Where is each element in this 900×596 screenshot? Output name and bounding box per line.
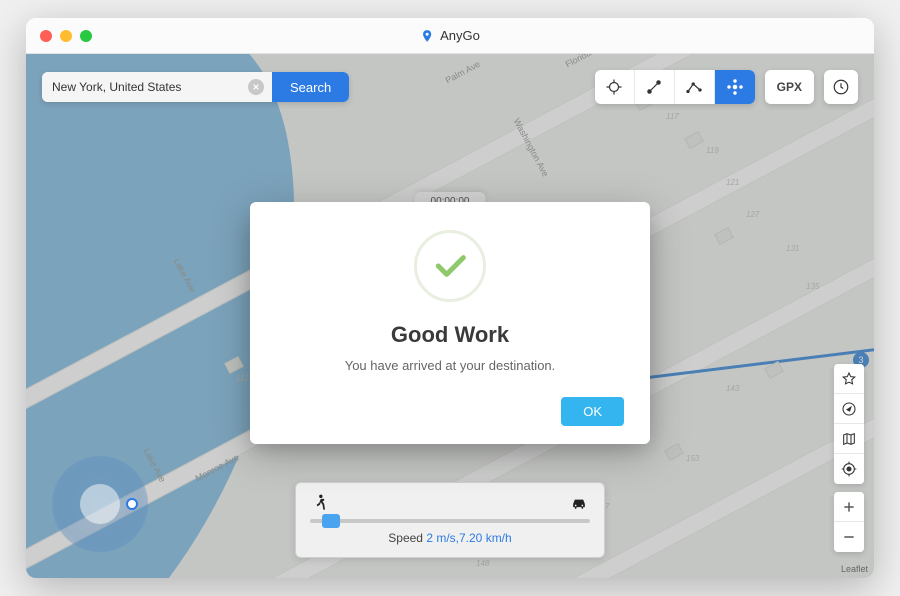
speed-value: 2 m/s,7.20 km/h bbox=[426, 531, 511, 545]
mode-toolbar bbox=[595, 70, 755, 104]
checkmark-circle bbox=[414, 230, 486, 302]
side-tools bbox=[834, 364, 864, 560]
content-area: Lake Ave Lake Ave Monroe Ave Washington … bbox=[26, 54, 874, 578]
star-icon bbox=[841, 371, 857, 387]
mode-center-button[interactable] bbox=[595, 70, 635, 104]
window-title-text: AnyGo bbox=[440, 28, 480, 43]
walk-icon bbox=[310, 493, 330, 513]
compass-icon bbox=[841, 401, 857, 417]
speed-label: Speed 2 m/s,7.20 km/h bbox=[310, 531, 590, 545]
joystick-icon bbox=[726, 78, 744, 96]
joystick-handle[interactable] bbox=[126, 498, 138, 510]
app-window: AnyGo Lake Ave Lake Ave Monroe Ave Washi… bbox=[26, 18, 874, 578]
search-input[interactable] bbox=[42, 72, 272, 102]
mode-joystick-button[interactable] bbox=[715, 70, 755, 104]
speed-slider-thumb[interactable] bbox=[322, 514, 340, 528]
map-attribution: Leaflet bbox=[841, 564, 868, 574]
history-button[interactable] bbox=[824, 70, 858, 104]
favorite-button[interactable] bbox=[834, 364, 864, 394]
modal-heading: Good Work bbox=[276, 322, 624, 348]
speed-panel: Speed 2 m/s,7.20 km/h bbox=[295, 482, 605, 558]
locate-button[interactable] bbox=[834, 454, 864, 484]
search-button[interactable]: Search bbox=[272, 72, 349, 102]
close-icon bbox=[252, 83, 260, 91]
mode-twopoint-button[interactable] bbox=[635, 70, 675, 104]
mode-multipoint-button[interactable] bbox=[675, 70, 715, 104]
fullscreen-window-button[interactable] bbox=[80, 30, 92, 42]
zoom-in-button[interactable] bbox=[834, 492, 864, 522]
clock-icon bbox=[832, 78, 850, 96]
minus-icon bbox=[842, 530, 856, 544]
map-icon bbox=[841, 431, 857, 447]
speed-slider[interactable] bbox=[310, 519, 590, 523]
top-controls: Search GPX bbox=[42, 70, 858, 104]
window-title: AnyGo bbox=[420, 28, 480, 43]
titlebar: AnyGo bbox=[26, 18, 874, 54]
joystick-center bbox=[80, 484, 120, 524]
multi-point-icon bbox=[685, 78, 703, 96]
traffic-lights bbox=[26, 30, 92, 42]
checkmark-icon bbox=[430, 246, 470, 286]
locate-icon bbox=[841, 461, 857, 477]
zoom-out-button[interactable] bbox=[834, 522, 864, 552]
gpx-button[interactable]: GPX bbox=[765, 70, 814, 104]
plus-icon bbox=[842, 500, 856, 514]
close-window-button[interactable] bbox=[40, 30, 52, 42]
search-bar: Search bbox=[42, 72, 349, 102]
car-icon bbox=[568, 493, 590, 513]
two-point-icon bbox=[645, 78, 663, 96]
clear-search-button[interactable] bbox=[248, 79, 264, 95]
map-layer-button[interactable] bbox=[834, 424, 864, 454]
joystick-control[interactable] bbox=[52, 456, 148, 552]
modal-body: You have arrived at your destination. bbox=[276, 358, 624, 373]
location-pin-icon bbox=[420, 29, 434, 43]
minimize-window-button[interactable] bbox=[60, 30, 72, 42]
success-modal: Good Work You have arrived at your desti… bbox=[250, 202, 650, 444]
ok-button[interactable]: OK bbox=[561, 397, 624, 426]
crosshair-icon bbox=[605, 78, 623, 96]
compass-button[interactable] bbox=[834, 394, 864, 424]
